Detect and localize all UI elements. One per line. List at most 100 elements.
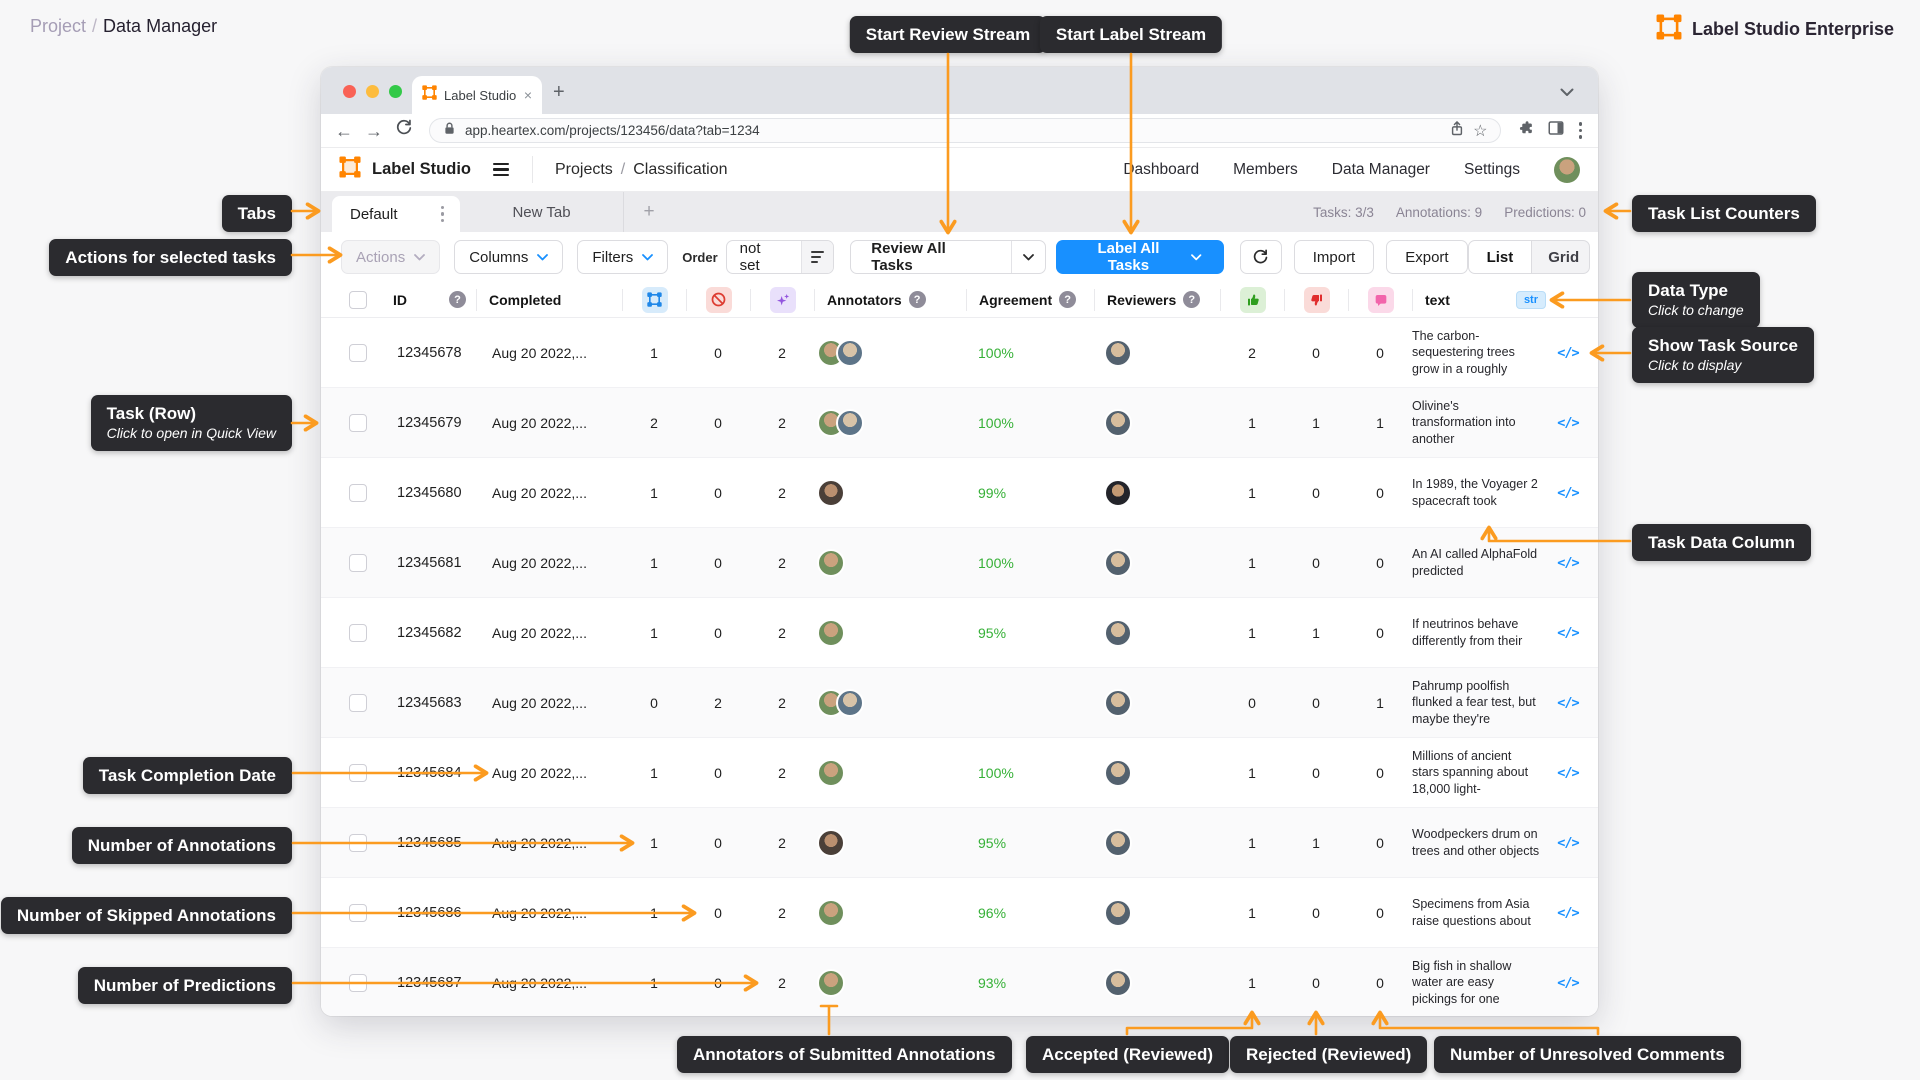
chevron-down-icon xyxy=(414,254,425,261)
close-tab-icon[interactable]: × xyxy=(524,87,532,103)
url-text[interactable]: app.heartex.com/projects/123456/data?tab… xyxy=(465,123,1441,138)
column-comments[interactable] xyxy=(1348,289,1412,311)
task-id: 12345681 xyxy=(385,555,476,571)
columns-dropdown[interactable]: Columns xyxy=(454,240,563,274)
show-source-icon[interactable]: </> xyxy=(1557,835,1578,851)
review-options-chevron-icon[interactable] xyxy=(1011,241,1045,273)
help-icon[interactable] xyxy=(449,291,466,308)
close-window-icon[interactable] xyxy=(343,85,356,98)
bookmark-star-icon[interactable]: ☆ xyxy=(1473,121,1487,141)
breadcrumb-section[interactable]: Project xyxy=(30,16,86,36)
back-icon[interactable]: ← xyxy=(335,122,353,140)
label-all-tasks-button[interactable]: Label All Tasks xyxy=(1056,240,1224,274)
show-source-icon[interactable]: </> xyxy=(1557,625,1578,641)
new-browser-tab-button[interactable]: + xyxy=(553,81,565,104)
select-all-checkbox[interactable] xyxy=(349,291,367,309)
row-checkbox[interactable] xyxy=(349,414,367,432)
grid-view-button[interactable]: Grid xyxy=(1532,241,1590,273)
annotations-count: 1 xyxy=(622,835,686,851)
column-accepted[interactable] xyxy=(1220,289,1284,311)
app-logo-text[interactable]: Label Studio xyxy=(372,160,471,179)
reload-icon[interactable] xyxy=(395,119,413,142)
side-panel-icon[interactable] xyxy=(1547,119,1565,142)
hamburger-menu-icon[interactable] xyxy=(490,160,512,180)
task-row[interactable]: 12345687 Aug 20 2022,... 1 0 2 93% 1 0 0… xyxy=(321,948,1598,1016)
task-row[interactable]: 12345678 Aug 20 2022,... 1 0 2 100% 2 0 … xyxy=(321,318,1598,388)
review-all-tasks-button[interactable]: Review All Tasks xyxy=(850,240,1045,274)
column-completed[interactable]: Completed xyxy=(476,289,622,311)
nav-members[interactable]: Members xyxy=(1233,161,1298,179)
refresh-button[interactable] xyxy=(1240,240,1282,274)
help-icon[interactable] xyxy=(1183,291,1200,308)
show-source-icon[interactable]: </> xyxy=(1557,415,1578,431)
task-row[interactable]: 12345681 Aug 20 2022,... 1 0 2 100% 1 0 … xyxy=(321,528,1598,598)
task-row[interactable]: 12345682 Aug 20 2022,... 1 0 2 95% 1 1 0… xyxy=(321,598,1598,668)
address-bar[interactable]: app.heartex.com/projects/123456/data?tab… xyxy=(429,118,1501,143)
list-view-button[interactable]: List xyxy=(1469,241,1533,273)
row-checkbox[interactable] xyxy=(349,974,367,992)
nav-dashboard[interactable]: Dashboard xyxy=(1123,161,1199,179)
show-source-icon[interactable]: </> xyxy=(1557,975,1578,991)
task-id: 12345683 xyxy=(385,695,476,711)
share-icon[interactable] xyxy=(1449,120,1465,142)
nav-settings[interactable]: Settings xyxy=(1464,161,1520,179)
predictions-count: 2 xyxy=(750,345,814,361)
nav-data-manager[interactable]: Data Manager xyxy=(1332,161,1430,179)
row-checkbox[interactable] xyxy=(349,764,367,782)
data-type-badge[interactable]: str xyxy=(1516,291,1546,309)
actions-dropdown[interactable]: Actions xyxy=(341,240,440,274)
help-icon[interactable] xyxy=(909,291,926,308)
task-row[interactable]: 12345683 Aug 20 2022,... 0 2 2 0 0 1 Pah… xyxy=(321,668,1598,738)
task-row[interactable]: 12345686 Aug 20 2022,... 1 0 2 96% 1 0 0… xyxy=(321,878,1598,948)
minimize-window-icon[interactable] xyxy=(366,85,379,98)
row-checkbox[interactable] xyxy=(349,344,367,362)
show-source-icon[interactable]: </> xyxy=(1557,555,1578,571)
import-button[interactable]: Import xyxy=(1294,240,1375,274)
predictions-count: 2 xyxy=(750,835,814,851)
task-row[interactable]: 12345679 Aug 20 2022,... 2 0 2 100% 1 1 … xyxy=(321,388,1598,458)
order-selector[interactable]: not set xyxy=(726,240,835,274)
task-row[interactable]: 12345680 Aug 20 2022,... 1 0 2 99% 1 0 0… xyxy=(321,458,1598,528)
row-checkbox[interactable] xyxy=(349,624,367,642)
tab-new-tab[interactable]: New Tab xyxy=(460,192,624,232)
extensions-puzzle-icon[interactable] xyxy=(1517,119,1535,142)
chevron-down-icon[interactable] xyxy=(1560,84,1574,102)
show-source-icon[interactable]: </> xyxy=(1557,765,1578,781)
window-controls[interactable] xyxy=(343,85,402,98)
maximize-window-icon[interactable] xyxy=(389,85,402,98)
row-checkbox[interactable] xyxy=(349,554,367,572)
filters-dropdown[interactable]: Filters xyxy=(577,240,668,274)
row-checkbox[interactable] xyxy=(349,694,367,712)
sort-order-icon[interactable] xyxy=(801,241,833,273)
help-icon[interactable] xyxy=(1059,291,1076,308)
row-checkbox[interactable] xyxy=(349,484,367,502)
column-annotations[interactable] xyxy=(622,289,686,311)
annotations-count: 1 xyxy=(622,625,686,641)
task-row[interactable]: 12345684 Aug 20 2022,... 1 0 2 100% 1 0 … xyxy=(321,738,1598,808)
export-button[interactable]: Export xyxy=(1386,240,1467,274)
column-text[interactable]: textstr xyxy=(1412,289,1546,311)
browser-tab[interactable]: Label Studio × xyxy=(412,76,542,114)
show-source-icon[interactable]: </> xyxy=(1557,695,1578,711)
browser-menu-kebab-icon[interactable] xyxy=(1577,120,1585,141)
forward-icon[interactable]: → xyxy=(365,122,383,140)
column-skipped[interactable] xyxy=(686,289,750,311)
chevron-down-icon xyxy=(537,254,548,261)
show-source-icon[interactable]: </> xyxy=(1557,485,1578,501)
tab-default[interactable]: Default xyxy=(332,196,460,232)
row-checkbox[interactable] xyxy=(349,834,367,852)
show-source-icon[interactable]: </> xyxy=(1557,345,1578,361)
column-reviewers[interactable]: Reviewers xyxy=(1094,289,1220,311)
column-id[interactable]: ID xyxy=(385,289,476,311)
user-avatar[interactable] xyxy=(1554,157,1580,183)
row-checkbox[interactable] xyxy=(349,904,367,922)
breadcrumb-projects[interactable]: Projects xyxy=(555,161,613,179)
column-rejected[interactable] xyxy=(1284,289,1348,311)
tab-options-kebab-icon[interactable] xyxy=(439,204,447,225)
task-row[interactable]: 12345685 Aug 20 2022,... 1 0 2 95% 1 1 0… xyxy=(321,808,1598,878)
column-agreement[interactable]: Agreement xyxy=(966,289,1094,311)
add-tab-button[interactable]: + xyxy=(624,192,674,232)
column-annotators[interactable]: Annotators xyxy=(814,289,966,311)
column-predictions[interactable] xyxy=(750,289,814,311)
show-source-icon[interactable]: </> xyxy=(1557,905,1578,921)
